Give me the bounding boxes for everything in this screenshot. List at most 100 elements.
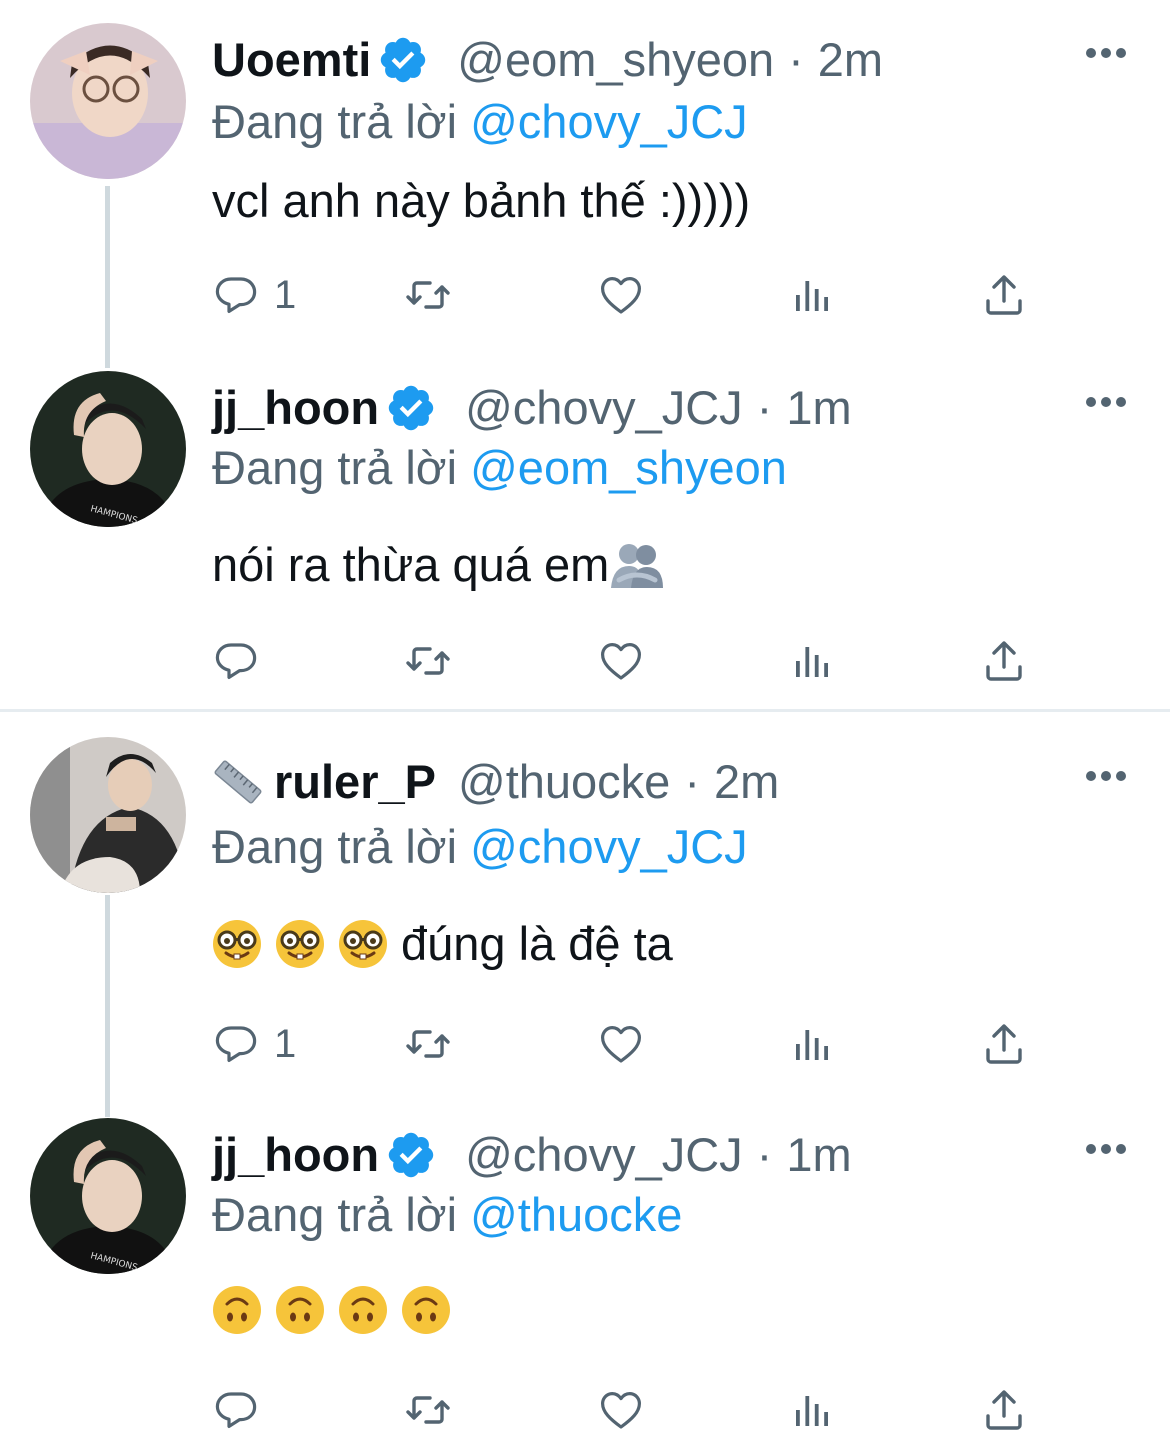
like-button[interactable] <box>597 1385 645 1435</box>
display-name[interactable]: ruler_P <box>274 750 436 814</box>
views-button[interactable] <box>788 270 836 320</box>
tweet-header: ruler_P @thuocke · 2m <box>212 750 779 814</box>
retweet-button[interactable] <box>404 270 452 320</box>
replying-to-label: Đang trả lời <box>212 441 458 494</box>
replying-to: Đang trả lời @chovy_JCJ <box>212 815 748 879</box>
analytics-icon <box>788 1020 836 1068</box>
tweet-text: đúng là đệ ta <box>212 909 673 979</box>
reply-button[interactable] <box>212 636 260 686</box>
views-button[interactable] <box>788 636 836 686</box>
replying-to: Đang trả lời @chovy_JCJ <box>212 90 748 154</box>
user-handle[interactable]: @thuocke <box>458 750 670 814</box>
tweet-header: jj_hoon @chovy_JCJ · 1m <box>212 376 852 440</box>
avatar[interactable]: HAMPIONS <box>30 1118 186 1274</box>
retweet-button[interactable] <box>404 636 452 686</box>
reply-icon <box>212 637 260 685</box>
nerd-face-emoji <box>275 919 325 969</box>
heart-icon <box>597 1020 645 1068</box>
retweet-icon <box>404 637 452 685</box>
avatar[interactable] <box>30 737 186 893</box>
share-icon <box>980 1386 1028 1434</box>
tweet-header: jj_hoon @chovy_JCJ · 1m <box>212 1123 852 1187</box>
analytics-icon <box>788 271 836 319</box>
reply-button[interactable]: 1 <box>212 1019 296 1069</box>
action-bar: 1 <box>212 1019 1032 1069</box>
more-options-icon[interactable] <box>1086 48 1126 62</box>
separator-dot: · <box>756 1128 773 1181</box>
reply-mention-link[interactable]: @chovy_JCJ <box>470 820 748 873</box>
tweet-text-body: vcl anh này bảnh thế :))))) <box>212 174 751 227</box>
upside-down-face-emoji <box>212 1285 262 1335</box>
more-options-icon[interactable] <box>1086 1144 1126 1158</box>
user-handle[interactable]: @chovy_JCJ <box>465 1123 743 1187</box>
tweet[interactable]: HAMPIONS jj_hoon @chovy_JCJ · 1m Đang tr… <box>0 360 1170 710</box>
tweet-text: vcl anh này bảnh thế :))))) <box>212 166 750 236</box>
reply-icon <box>212 1386 260 1434</box>
replying-to: Đang trả lời @eom_shyeon <box>212 436 787 500</box>
display-name[interactable]: Uoemti <box>212 28 371 92</box>
reply-mention-link[interactable]: @thuocke <box>470 1188 682 1241</box>
analytics-icon <box>788 1386 836 1434</box>
timestamp[interactable]: 1m <box>786 376 851 440</box>
timestamp[interactable]: 2m <box>714 750 779 814</box>
heart-icon <box>597 637 645 685</box>
verified-badge-icon <box>385 382 437 434</box>
share-button[interactable] <box>980 1385 1028 1435</box>
replying-to-label: Đang trả lời <box>212 1188 458 1241</box>
more-options-icon[interactable] <box>1086 771 1126 785</box>
share-icon <box>980 637 1028 685</box>
like-button[interactable] <box>597 1019 645 1069</box>
replying-to-label: Đang trả lời <box>212 820 458 873</box>
ruler-emoji <box>212 756 264 808</box>
tweet-text-body: nói ra thừa quá em <box>212 538 610 591</box>
share-button[interactable] <box>980 1019 1028 1069</box>
share-button[interactable] <box>980 636 1028 686</box>
reply-count: 1 <box>274 272 297 317</box>
views-button[interactable] <box>788 1019 836 1069</box>
action-bar: 1 <box>212 270 1032 320</box>
tweet[interactable]: HAMPIONS jj_hoon @chovy_JCJ · 1m Đang tr… <box>0 1110 1170 1452</box>
nerd-face-emoji <box>338 919 388 969</box>
analytics-icon <box>788 637 836 685</box>
timestamp[interactable]: 1m <box>786 1123 851 1187</box>
retweet-icon <box>404 1386 452 1434</box>
tweet-text <box>212 1275 464 1345</box>
reply-button[interactable]: 1 <box>212 270 296 320</box>
reply-count: 1 <box>274 1021 297 1066</box>
display-name[interactable]: jj_hoon <box>212 376 379 440</box>
reply-mention-link[interactable]: @chovy_JCJ <box>470 95 748 148</box>
like-button[interactable] <box>597 270 645 320</box>
verified-badge-icon <box>385 1129 437 1181</box>
share-icon <box>980 1020 1028 1068</box>
separator-dot: · <box>788 33 804 86</box>
tweet[interactable]: Uoemti @eom_shyeon · 2m Đang trả lời @ch… <box>0 0 1170 360</box>
avatar[interactable] <box>30 23 186 179</box>
tweet[interactable]: ruler_P @thuocke · 2m Đang trả lời @chov… <box>0 712 1170 1110</box>
user-handle[interactable]: @chovy_JCJ <box>465 376 743 440</box>
like-button[interactable] <box>597 636 645 686</box>
heart-icon <box>597 1386 645 1434</box>
views-button[interactable] <box>788 1385 836 1435</box>
tweet-text-body: đúng là đệ ta <box>401 917 673 970</box>
replying-to-label: Đang trả lời <box>212 95 458 148</box>
reply-button[interactable] <box>212 1385 260 1435</box>
reply-mention-link[interactable]: @eom_shyeon <box>470 441 787 494</box>
replying-to: Đang trả lời @thuocke <box>212 1183 682 1247</box>
separator-dot: · <box>756 381 773 434</box>
action-bar <box>212 1385 1032 1435</box>
share-button[interactable] <box>980 270 1028 320</box>
reply-icon <box>212 1020 260 1068</box>
verified-badge-icon <box>377 34 429 86</box>
display-name[interactable]: jj_hoon <box>212 1123 379 1187</box>
timestamp[interactable]: 2m <box>818 28 883 92</box>
retweet-icon <box>404 1020 452 1068</box>
tweet-text: nói ra thừa quá em <box>212 530 665 600</box>
more-options-icon[interactable] <box>1086 397 1126 411</box>
retweet-button[interactable] <box>404 1385 452 1435</box>
retweet-button[interactable] <box>404 1019 452 1069</box>
upside-down-face-emoji <box>338 1285 388 1335</box>
avatar[interactable]: HAMPIONS <box>30 371 186 527</box>
user-handle[interactable]: @eom_shyeon <box>457 28 774 92</box>
reply-icon <box>212 271 260 319</box>
share-icon <box>980 271 1028 319</box>
